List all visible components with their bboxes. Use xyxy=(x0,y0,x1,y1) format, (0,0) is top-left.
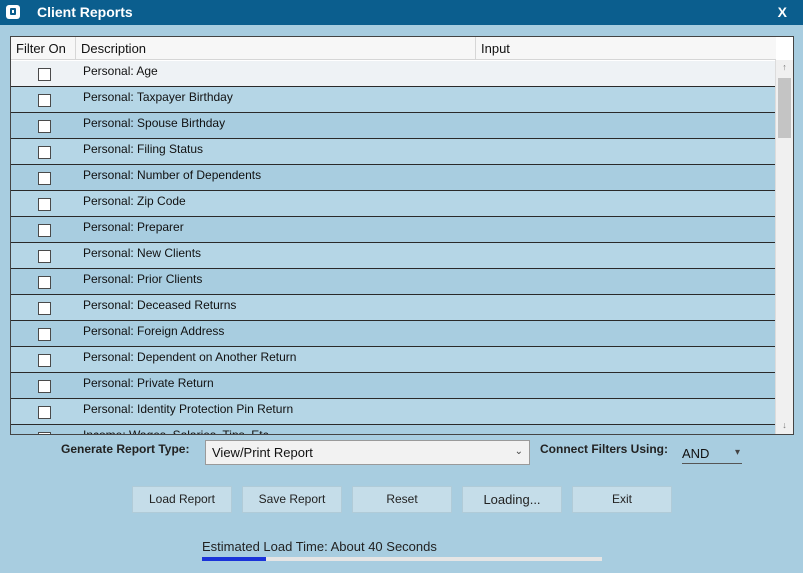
filter-checkbox[interactable] xyxy=(38,146,51,159)
report-type-value: View/Print Report xyxy=(212,445,313,460)
filter-checkbox[interactable] xyxy=(38,354,51,367)
vertical-scrollbar[interactable]: ↑ ↓ xyxy=(775,60,793,434)
row-description: Personal: Foreign Address xyxy=(83,324,225,338)
load-progress-bar xyxy=(202,557,602,561)
progress-fill xyxy=(202,557,266,561)
estimated-load-time: Estimated Load Time: About 40 Seconds xyxy=(202,539,437,554)
table-row[interactable]: Personal: Foreign Address xyxy=(11,321,776,347)
reset-button[interactable]: Reset xyxy=(352,486,452,513)
scroll-up-arrow-icon[interactable]: ↑ xyxy=(776,62,793,76)
close-button[interactable]: X xyxy=(778,4,787,20)
table-row[interactable]: Personal: Filing Status xyxy=(11,139,776,165)
dropdown-arrow-icon: ▾ xyxy=(734,447,740,458)
table-row[interactable]: Personal: New Clients xyxy=(11,243,776,269)
row-description: Personal: Spouse Birthday xyxy=(83,116,226,130)
table-row[interactable]: Personal: Prior Clients xyxy=(11,269,776,295)
row-description: Personal: Preparer xyxy=(83,220,184,234)
connect-filters-select[interactable]: AND ▾ xyxy=(682,444,742,464)
filter-checkbox[interactable] xyxy=(38,198,51,211)
table-row[interactable]: Personal: Number of Dependents xyxy=(11,165,776,191)
window-title: Client Reports xyxy=(37,4,133,20)
filter-checkbox[interactable] xyxy=(38,172,51,185)
grid-header: Filter On Description Input xyxy=(11,37,776,60)
row-description: Personal: Filing Status xyxy=(83,142,204,156)
column-header-filter-on[interactable]: Filter On xyxy=(16,41,66,56)
table-row[interactable]: Personal: Dependent on Another Return xyxy=(11,347,776,373)
filter-checkbox[interactable] xyxy=(38,406,51,419)
filter-checkbox[interactable] xyxy=(38,120,51,133)
table-row[interactable]: Personal: Preparer xyxy=(11,217,776,243)
loading-button[interactable]: Loading... xyxy=(462,486,562,513)
table-row[interactable]: Personal: Deceased Returns xyxy=(11,295,776,321)
connect-filters-value: AND xyxy=(682,446,710,461)
report-type-select[interactable]: View/Print Report ⌄ xyxy=(205,440,530,465)
column-header-description[interactable]: Description xyxy=(81,41,146,56)
column-header-input[interactable]: Input xyxy=(481,41,510,56)
filter-grid: Filter On Description Input Personal: Ag… xyxy=(10,36,794,435)
column-divider[interactable] xyxy=(75,37,76,60)
table-row[interactable]: Personal: Spouse Birthday xyxy=(11,113,776,139)
column-divider[interactable] xyxy=(475,37,476,60)
filter-checkbox[interactable] xyxy=(38,94,51,107)
filter-checkbox[interactable] xyxy=(38,380,51,393)
filter-checkbox[interactable] xyxy=(38,328,51,341)
filter-checkbox[interactable] xyxy=(38,276,51,289)
row-description: Personal: Taxpayer Birthday xyxy=(83,90,233,104)
save-report-button[interactable]: Save Report xyxy=(242,486,342,513)
row-description: Personal: Identity Protection Pin Return xyxy=(83,402,294,416)
filter-checkbox[interactable] xyxy=(38,432,51,434)
title-bar: Client Reports X xyxy=(0,0,803,25)
exit-button[interactable]: Exit xyxy=(572,486,672,513)
chevron-down-icon: ⌄ xyxy=(514,446,523,457)
filter-checkbox[interactable] xyxy=(38,302,51,315)
row-description: Personal: Prior Clients xyxy=(83,272,203,286)
row-description: Personal: Age xyxy=(83,64,158,78)
scroll-down-arrow-icon[interactable]: ↓ xyxy=(776,420,793,434)
table-row[interactable]: Personal: Age xyxy=(11,61,776,87)
table-row[interactable]: Income: Wages, Salaries, Tips, Etc. xyxy=(11,425,776,435)
scrollbar-thumb[interactable] xyxy=(778,78,791,138)
grid-rows: Personal: Age Personal: Taxpayer Birthday… xyxy=(11,61,776,435)
connect-filters-label: Connect Filters Using: xyxy=(540,442,669,456)
row-description: Income: Wages, Salaries, Tips, Etc. xyxy=(83,428,272,435)
table-row[interactable]: Personal: Zip Code xyxy=(11,191,776,217)
filter-checkbox[interactable] xyxy=(38,250,51,263)
row-description: Personal: Zip Code xyxy=(83,194,186,208)
row-description: Personal: Deceased Returns xyxy=(83,298,237,312)
filter-checkbox[interactable] xyxy=(38,224,51,237)
row-description: Personal: Dependent on Another Return xyxy=(83,350,297,364)
filter-checkbox[interactable] xyxy=(38,68,51,81)
row-description: Personal: Private Return xyxy=(83,376,214,390)
report-type-label: Generate Report Type: xyxy=(61,442,190,456)
table-row[interactable]: Personal: Taxpayer Birthday xyxy=(11,87,776,113)
load-report-button[interactable]: Load Report xyxy=(132,486,232,513)
row-description: Personal: Number of Dependents xyxy=(83,168,262,182)
table-row[interactable]: Personal: Identity Protection Pin Return xyxy=(11,399,776,425)
app-icon xyxy=(6,5,20,19)
table-row[interactable]: Personal: Private Return xyxy=(11,373,776,399)
row-description: Personal: New Clients xyxy=(83,246,202,260)
